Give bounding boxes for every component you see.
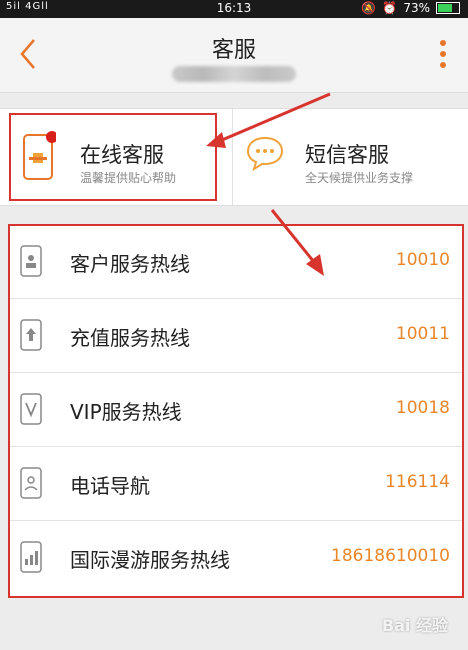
annotation-arrowhead-top: [206, 132, 226, 148]
annotation-arrow-top: [221, 92, 331, 142]
watermark: Bai 经验: [381, 616, 448, 635]
annotation-arrows: [206, 92, 331, 276]
annotation-arrow-bottom: [270, 209, 316, 263]
